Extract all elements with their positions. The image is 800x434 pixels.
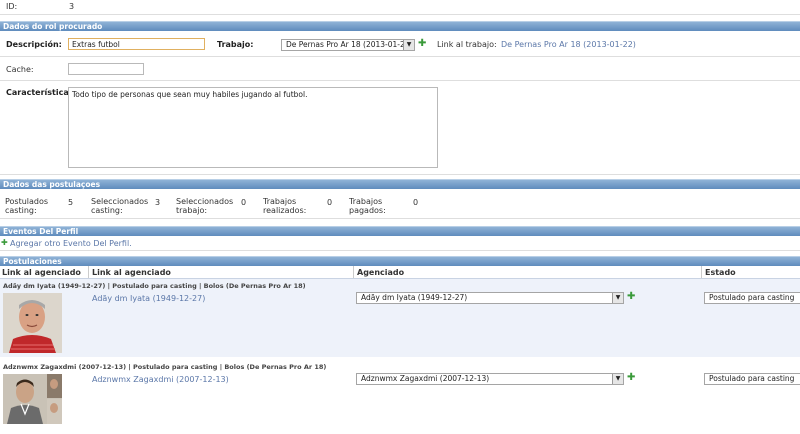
add-event-link[interactable]: Agregar otro Evento Del Perfil. bbox=[10, 239, 132, 248]
caracteristicas-textarea[interactable]: Todo tipo de personas que sean muy habil… bbox=[68, 87, 438, 168]
cache-input[interactable] bbox=[68, 63, 144, 75]
section-applications-header: Dados das postulaçoes bbox=[0, 179, 800, 189]
stat-trabajos-pagados-value: 0 bbox=[413, 198, 419, 207]
stat-postulados-casting-label: Postulados casting: bbox=[5, 197, 49, 215]
descripcion-label: Descripción: bbox=[6, 40, 62, 49]
stat-trabajos-realizados-label: Trabajos realizados: bbox=[263, 197, 307, 215]
agenciado-photo bbox=[3, 293, 62, 353]
estado-select[interactable]: Postulado para casting bbox=[704, 373, 800, 385]
chevron-down-icon[interactable]: ▼ bbox=[403, 40, 414, 50]
col-header-agenciado: Agenciado bbox=[357, 268, 405, 277]
agenciado-select-value: Adãy dm Iyata (1949-12-27) bbox=[361, 293, 468, 302]
stat-seleccionados-trabajo-label: Seleccionados trabajo: bbox=[176, 197, 234, 215]
descripcion-input[interactable] bbox=[68, 38, 205, 50]
trabajo-select[interactable]: De Pernas Pro Ar 18 (2013-01-22) ▼ bbox=[281, 39, 415, 51]
estado-select-value: Postulado para casting bbox=[709, 374, 795, 383]
stat-postulados-casting-value: 5 bbox=[68, 198, 74, 207]
col-header-estado: Estado bbox=[705, 268, 736, 277]
stat-trabajos-realizados-value: 0 bbox=[327, 198, 333, 207]
section-role-header: Dados do rol procurado bbox=[0, 21, 800, 31]
section-events-header: Eventos Del Perfil bbox=[0, 226, 800, 236]
chevron-down-icon[interactable]: ▼ bbox=[612, 374, 623, 384]
add-trabajo-plus-icon[interactable]: ✚ bbox=[418, 39, 426, 49]
stat-trabajos-pagados-label: Trabajos pagados: bbox=[349, 197, 386, 215]
agenciado-select-value: Adznwmx Zagaxdmi (2007-12-13) bbox=[361, 374, 490, 383]
cache-label: Cache: bbox=[6, 65, 34, 74]
link-trabajo-value[interactable]: De Pernas Pro Ar 18 (2013-01-22) bbox=[501, 40, 636, 49]
agenciado-link[interactable]: Adãy dm Iyata (1949-12-27) bbox=[92, 294, 205, 303]
estado-select[interactable]: Postulado para casting bbox=[704, 292, 800, 304]
stat-seleccionados-trabajo-value: 0 bbox=[241, 198, 247, 207]
stat-seleccionados-casting-value: 3 bbox=[155, 198, 161, 207]
stat-seleccionados-casting-label: Seleccionados casting: bbox=[91, 197, 149, 215]
agenciado-photo bbox=[3, 374, 62, 434]
trabajo-label: Trabajo: bbox=[217, 40, 254, 49]
agenciado-select[interactable]: Adznwmx Zagaxdmi (2007-12-13) ▼ bbox=[356, 373, 624, 385]
agenciado-select[interactable]: Adãy dm Iyata (1949-12-27) ▼ bbox=[356, 292, 624, 304]
add-agenciado-plus-icon[interactable]: ✚ bbox=[627, 292, 635, 302]
trabajo-select-value: De Pernas Pro Ar 18 (2013-01-22) bbox=[286, 40, 413, 49]
add-agenciado-plus-icon[interactable]: ✚ bbox=[627, 373, 635, 383]
section-postulations-header: Postulaciones bbox=[0, 256, 800, 266]
caracteristicas-label: Características: bbox=[6, 88, 77, 97]
add-event-plus-icon[interactable]: ✚ bbox=[1, 238, 8, 248]
id-value: 3 bbox=[69, 2, 75, 11]
link-trabajo-label: Link al trabajo: bbox=[437, 40, 497, 49]
estado-select-value: Postulado para casting bbox=[709, 293, 795, 302]
id-label: ID: bbox=[6, 2, 18, 11]
row-title: Adznwmx Zagaxdmi (2007-12-13) | Postulad… bbox=[3, 363, 327, 371]
col-header-link-1: Link al agenciado bbox=[2, 268, 81, 277]
table-row bbox=[0, 279, 800, 357]
row-title: Adãy dm Iyata (1949-12-27) | Postulado p… bbox=[3, 282, 306, 290]
chevron-down-icon[interactable]: ▼ bbox=[612, 293, 623, 303]
agenciado-link[interactable]: Adznwmx Zagaxdmi (2007-12-13) bbox=[92, 375, 229, 384]
col-header-link-2: Link al agenciado bbox=[92, 268, 171, 277]
